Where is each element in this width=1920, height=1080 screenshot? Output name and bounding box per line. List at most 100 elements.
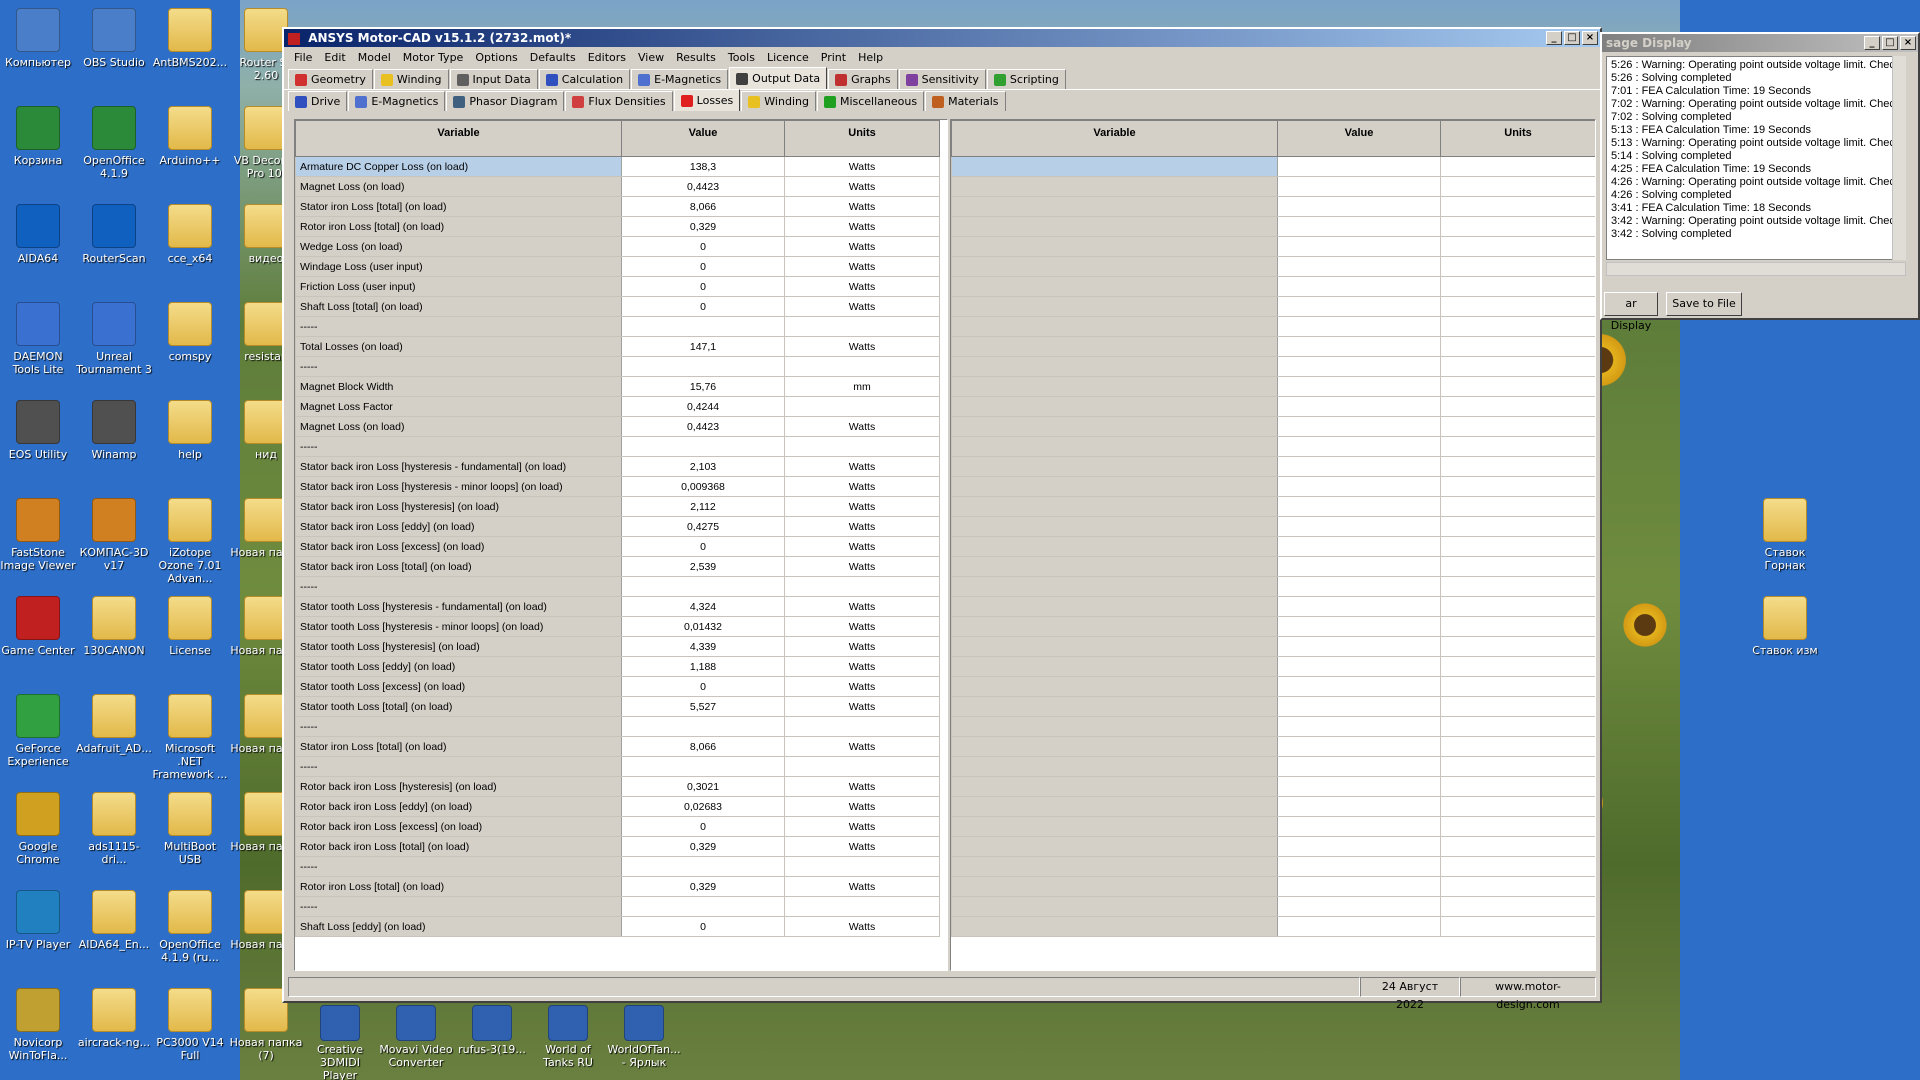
table-row[interactable] [951, 556, 1595, 577]
table-row[interactable]: ----- [295, 436, 940, 457]
desktop-icon-eos-utility[interactable]: EOS Utility [0, 400, 76, 461]
table-row[interactable] [951, 436, 1595, 457]
window-titlebar[interactable]: ANSYS Motor-CAD v15.1.2 (2732.mot)* _ □ … [284, 29, 1600, 47]
desktop-icon-pc3000-v14-full[interactable]: PC3000 V14 Full [152, 988, 228, 1062]
table-row[interactable]: Stator back iron Loss [excess] (on load)… [295, 536, 940, 557]
tab-materials[interactable]: Materials [925, 91, 1006, 111]
table-row[interactable]: Stator back iron Loss [hysteresis - fund… [295, 456, 940, 477]
desktop-icon-movavi-video-converter[interactable]: Movavi Video Converter [378, 1005, 454, 1069]
table-row[interactable]: Stator iron Loss [total] (on load) 8,066 W… [295, 196, 940, 217]
table-row[interactable]: ----- [295, 356, 940, 377]
table-row[interactable] [951, 836, 1595, 857]
table-row[interactable]: Shaft Loss [eddy] (on load) 0 Watts [295, 916, 940, 937]
tab-scripting[interactable]: Scripting [986, 69, 1066, 89]
desktop-icon-ads1115-dri[interactable]: ads1115-dri... [76, 792, 152, 866]
table-row[interactable] [951, 516, 1595, 537]
table-row[interactable] [951, 276, 1595, 297]
desktop-icon-unreal-tournament-3[interactable]: Unreal Tournament 3 [76, 302, 152, 376]
desktop-icon-worldoftan-ярлык[interactable]: WorldOfTan... - Ярлык [606, 1005, 682, 1069]
menu-view[interactable]: View [632, 51, 670, 64]
table-row[interactable]: ----- [295, 756, 940, 777]
column-header-units[interactable]: Units [1440, 120, 1595, 157]
table-row[interactable] [951, 296, 1595, 317]
table-row[interactable]: Rotor iron Loss [total] (on load) 0,329 Wa… [295, 876, 940, 897]
table-row[interactable]: ----- [295, 716, 940, 737]
desktop-icon-help[interactable]: help [152, 400, 228, 461]
desktop-icon-rufus-3-19[interactable]: rufus-3(19... [454, 1005, 530, 1056]
table-row[interactable] [951, 316, 1595, 337]
menu-print[interactable]: Print [815, 51, 852, 64]
table-row[interactable]: Stator back iron Loss [total] (on load) 2… [295, 556, 940, 577]
table-row[interactable] [951, 796, 1595, 817]
table-row[interactable]: ----- [295, 896, 940, 917]
table-row[interactable] [951, 856, 1595, 877]
desktop-icon-game-center[interactable]: Game Center [0, 596, 76, 657]
table-row[interactable] [951, 696, 1595, 717]
table-row[interactable]: Armature DC Copper Loss (on load) 138,3 Wa… [295, 156, 940, 177]
menu-options[interactable]: Options [469, 51, 523, 64]
desktop-icon-routerscan[interactable]: RouterScan [76, 204, 152, 265]
desktop-icon-корзина[interactable]: Корзина [0, 106, 76, 167]
table-row[interactable]: Magnet Block Width 15,76 mm [295, 376, 940, 397]
menu-file[interactable]: File [288, 51, 318, 64]
desktop-icon-ставок-горнак[interactable]: Ставок Горнак [1747, 498, 1823, 572]
table-row[interactable]: Stator tooth Loss [hysteresis - minor lo… [295, 616, 940, 637]
desktop-icon-license[interactable]: License [152, 596, 228, 657]
table-row[interactable] [951, 596, 1595, 617]
column-header-value[interactable]: Value [621, 120, 785, 157]
desktop-icon-obs-studio[interactable]: OBS Studio [76, 8, 152, 69]
tab-flux-densities[interactable]: Flux Densities [565, 91, 673, 111]
desktop-icon-antbms202[interactable]: AntBMS202... [152, 8, 228, 69]
desktop-icon-multiboot-usb[interactable]: MultiBoot USB [152, 792, 228, 866]
table-row[interactable]: ----- [295, 316, 940, 337]
table-row[interactable] [951, 456, 1595, 477]
table-row[interactable]: Magnet Loss Factor 0,4244 [295, 396, 940, 417]
column-header-value[interactable]: Value [1277, 120, 1441, 157]
desktop-icon-компьютер[interactable]: Компьютер [0, 8, 76, 69]
column-header-variable[interactable]: Variable [951, 120, 1278, 157]
table-row[interactable]: Rotor iron Loss [total] (on load) 0,329 Wa… [295, 216, 940, 237]
table-row[interactable] [951, 736, 1595, 757]
desktop-icon-130canon[interactable]: 130CANON [76, 596, 152, 657]
close-button[interactable]: × [1900, 36, 1916, 50]
table-row[interactable]: Rotor back iron Loss [hysteresis] (on lo… [295, 776, 940, 797]
menu-editors[interactable]: Editors [582, 51, 632, 64]
tab-output-data[interactable]: Output Data [729, 67, 828, 89]
table-row[interactable]: Rotor back iron Loss [excess] (on load) 0… [295, 816, 940, 837]
message-log-scrollbar[interactable] [1892, 56, 1906, 260]
message-window-titlebar[interactable]: sage Display _ □ × [1602, 34, 1918, 52]
table-row[interactable]: Stator tooth Loss [hysteresis] (on load)… [295, 636, 940, 657]
table-row[interactable] [951, 356, 1595, 377]
desktop-icon-aida64-en[interactable]: AIDA64_En... [76, 890, 152, 951]
table-row[interactable]: Rotor back iron Loss [eddy] (on load) 0,0… [295, 796, 940, 817]
desktop-icon-openoffice-4-1-9-ru[interactable]: OpenOffice 4.1.9 (ru... [152, 890, 228, 964]
table-row[interactable] [951, 176, 1595, 197]
tab-calculation[interactable]: Calculation [538, 69, 631, 89]
table-row[interactable] [951, 636, 1595, 657]
tab-sensitivity[interactable]: Sensitivity [898, 69, 986, 89]
table-row[interactable] [951, 576, 1595, 597]
tab-input-data[interactable]: Input Data [449, 69, 538, 89]
desktop-icon-izotope-ozone-7-01-advan[interactable]: iZotope Ozone 7.01 Advan... [152, 498, 228, 585]
table-row[interactable]: Stator tooth Loss [total] (on load) 5,527… [295, 696, 940, 717]
table-row[interactable]: Stator iron Loss [total] (on load) 8,066 W… [295, 736, 940, 757]
minimize-button[interactable]: _ [1864, 36, 1880, 50]
table-row[interactable]: Rotor back iron Loss [total] (on load) 0,… [295, 836, 940, 857]
table-row[interactable] [951, 756, 1595, 777]
table-row[interactable] [951, 616, 1595, 637]
table-row[interactable]: Stator tooth Loss [eddy] (on load) 1,188 W… [295, 656, 940, 677]
message-log-hscrollbar[interactable] [1606, 262, 1906, 276]
table-row[interactable] [951, 496, 1595, 517]
table-row[interactable] [951, 816, 1595, 837]
menu-tools[interactable]: Tools [722, 51, 761, 64]
tab-phasor-diagram[interactable]: Phasor Diagram [446, 91, 565, 111]
table-row[interactable] [951, 216, 1595, 237]
maximize-button[interactable]: □ [1882, 36, 1898, 50]
table-row[interactable]: Shaft Loss [total] (on load) 0 Watts [295, 296, 940, 317]
table-row[interactable] [951, 676, 1595, 697]
desktop-icon-comspy[interactable]: comspy [152, 302, 228, 363]
message-log[interactable]: 5:26 : Warning: Operating point outside … [1606, 56, 1894, 260]
table-row[interactable] [951, 476, 1595, 497]
desktop-icon-openoffice-4-1-9[interactable]: OpenOffice 4.1.9 [76, 106, 152, 180]
menu-motor-type[interactable]: Motor Type [397, 51, 470, 64]
